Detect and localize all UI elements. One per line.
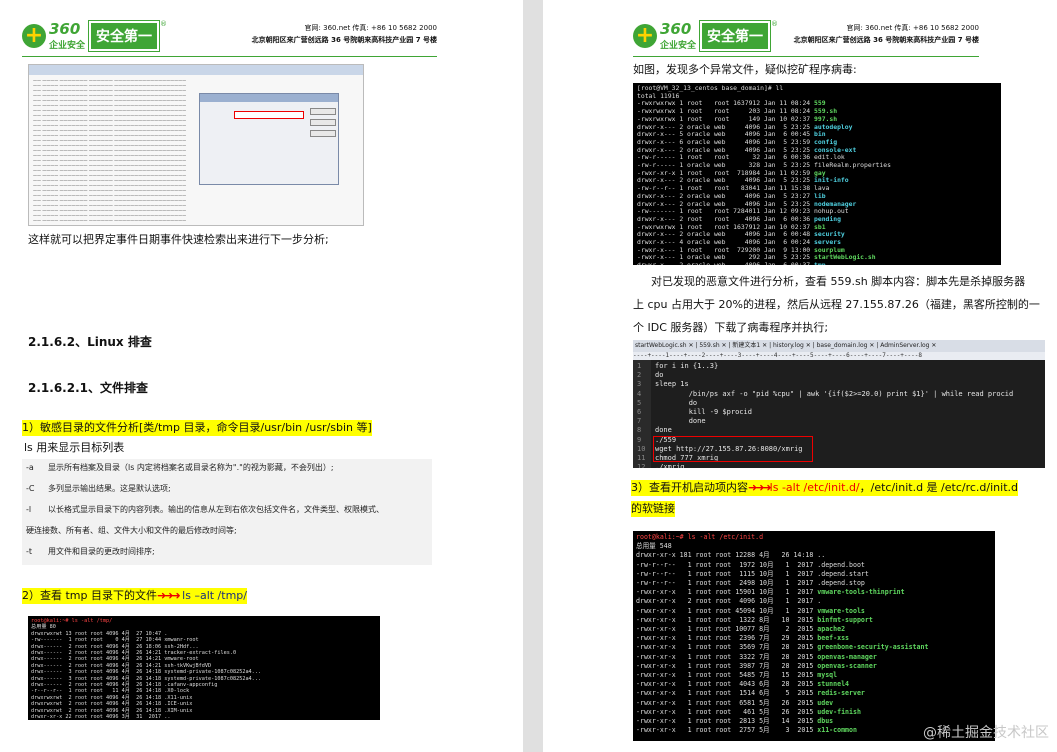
para-line-2: 上 cpu 占用大于 20%的进程，然后从远程 27.155.87.26（福建，… — [633, 298, 1040, 311]
contact-info: 官网: 360.net 传真: +86 10 5682 2000 北京朝阳区来广… — [252, 22, 437, 46]
option-row: -a 显示所有档案及目录（ls 内定将档案名或目录名称为"."的视为影藏，不会列出… — [26, 463, 334, 472]
logo-subtitle: 企业安全 — [49, 41, 86, 51]
terminal-line: -rwxr-xr-x 1 root root 15901 10月 1 2017 … — [636, 588, 905, 597]
terminal-line: -rwxr-xr-x 1 root root 6581 5月 26 2015 u… — [636, 698, 834, 707]
document-page-left: + 360 企业安全 安全第一 ® 官网: 360.net 传真: +86 10 … — [0, 0, 523, 752]
terminal-line: -rw-r--r-- 1 root root 1115 10月 1 2017 .… — [636, 569, 869, 578]
terminal-line: -rw-r--r-- 1 root root 1972 10月 1 2017 .… — [636, 560, 865, 569]
terminal-line: 总用量 548 — [636, 542, 672, 551]
logo-badge: 安全第一 — [699, 19, 772, 52]
terminal-line: -rw-r--r-- 1 root root 2498 10月 1 2017 .… — [636, 579, 865, 588]
search-input-highlight — [234, 111, 304, 119]
company-logo: + 360 企业安全 安全第一 ® — [22, 19, 168, 52]
header-divider — [633, 56, 979, 57]
page-gutter — [523, 0, 543, 752]
watermark: @稀土掘金技术社区 — [923, 725, 1049, 741]
editor-ruler: ----+----1----+----2----+----3----+----4… — [633, 352, 1045, 360]
plus-logo-icon: + — [22, 23, 46, 48]
line-numbers: 1 2 3 4 5 6 7 8 9 10 11 12 — [637, 362, 646, 468]
terminal-line: -rwxr-xr-x 1 root root 3322 7月 28 2015 o… — [636, 652, 877, 661]
terminal-line: drwxr-xr-x 181 root root 12288 4月 26 14:… — [636, 551, 826, 560]
terminal-line: -rwxr-xr-x 1 root root 45094 10月 1 2017 … — [636, 606, 865, 615]
contact-line-1: 官网: 360.net 传真: +86 10 5682 2000 — [304, 24, 437, 32]
option-row: -C 多列显示输出结果。这是默认选项; — [26, 484, 171, 493]
item-3-heading: 3）查看开机启动项内容➜➜➜ls -alt /etc/init.d/，/etc/… — [631, 480, 1018, 496]
option-row: -l 以长格式显示目录下的内容列表。输出的信息从左到右依次包括文件名，文件类型、权… — [26, 505, 384, 514]
log-line: —— ———— ——————— —————— —————————————————… — [33, 218, 187, 223]
logo-number: 360 — [49, 20, 81, 38]
header-divider — [22, 56, 437, 57]
terminal-line: -rwxr-xr-x 1 root root 4043 6月 28 2015 s… — [636, 680, 850, 689]
item-3-heading-cont: 的软链接 — [631, 501, 675, 517]
search-dialog — [199, 93, 339, 185]
terminal-line: -rwxr-xr-x 1 root root 5485 7月 15 2015 m… — [636, 671, 838, 680]
script-editor: startWebLogic.sh ✕ | 559.sh ✕ | 新建文本1 ✕ … — [633, 340, 1045, 468]
intro-text: 如图，发现多个异常文件，疑似挖矿程序病毒: — [633, 63, 857, 76]
para-line-1: 对已发现的恶意文件进行分析，查看 559.sh 脚本内容：脚本先是杀掉服务器 — [651, 275, 1026, 288]
terminal-line: -rwxr-xr-x 1 root root 1322 8月 10 2015 b… — [636, 615, 873, 624]
arrow-icon: ➜➜➜ — [157, 589, 181, 602]
event-viewer-screenshot: —— ———— ——————— —————— —————————————————… — [28, 64, 364, 226]
company-logo: + 360 企业安全 安全第一 ® — [633, 19, 779, 52]
contact-line-1: 官网: 360.net 传真: +86 10 5682 2000 — [846, 24, 979, 32]
option-row: -t 用文件和目录的更改时间排序; — [26, 547, 155, 556]
plus-logo-icon: + — [633, 23, 657, 48]
terminal-line: drwxr-x--- 2 oracle web 4096 Jan 6 00:37… — [637, 261, 997, 265]
tmp-terminal: root@kali:~# ls -alt /tmp/ 总用量 80 drwxrwx… — [28, 616, 380, 720]
terminal-line: -rwxr-xr-x 1 root root 10077 8月 2 2015 a… — [636, 625, 846, 634]
ls-options-list: -a 显示所有档案及目录（ls 内定将档案名或目录名称为"."的视为影藏，不会列出… — [22, 459, 432, 565]
item-2-heading: 2）查看 tmp 目录下的文件➜➜➜ ls –alt /tmp/ — [22, 588, 247, 604]
option-row: 硬连接数、所有者、组、文件大小和文件的最后修改时间等; — [26, 526, 237, 535]
page-header: + 360 企业安全 安全第一 ® 官网: 360.net 传真: +86 10 … — [0, 16, 523, 57]
terminal-line: -rwxr-xr-x 1 root root 2396 7月 29 2015 b… — [636, 634, 850, 643]
screenshot-titlebar — [29, 65, 363, 75]
initd-terminal: root@kali:~# ls -alt /etc/init.d 总用量 548… — [633, 531, 995, 741]
terminal-line: drwxr-xr-x 22 root root 4096 3月 31 2017 … — [31, 714, 171, 720]
section-heading-files: 2.1.6.2.1、文件排查 — [28, 381, 148, 395]
terminal-line: drwxr-xr-x 2 root root 4096 10月 1 2017 . — [636, 597, 822, 606]
malware-download-highlight — [653, 436, 813, 462]
contact-line-2: 北京朝阳区来广营创远路 36 号院朝来高科技产业园 7 号楼 — [793, 36, 979, 44]
terminal-prompt: root@kali:~# ls -alt /etc/init.d — [636, 533, 764, 541]
item-1-heading: 1）敏感目录的文件分析[类/tmp 目录，命令目录/usr/bin /usr/s… — [22, 420, 372, 436]
terminal-line: -rwxr-xr-x 1 root root 1514 6月 5 2015 re… — [636, 689, 865, 698]
terminal-line: -rwxr-xr-x 1 root root 3987 7月 28 2015 o… — [636, 661, 877, 670]
document-page-right: + 360 企业安全 安全第一 ® 官网: 360.net 传真: +86 10 … — [543, 0, 1057, 752]
terminal-line: -rwxr-xr-x 1 root root 461 5月 26 2015 ud… — [636, 707, 861, 716]
logo-number: 360 — [660, 20, 692, 38]
para-line-3: 个 IDC 服务器）下载了病毒程序并执行; — [633, 321, 829, 334]
intro-text: 这样就可以把界定事件日期事件快速检索出来进行下一步分析; — [28, 233, 329, 246]
section-heading-linux: 2.1.6.2、Linux 排查 — [28, 335, 152, 349]
terminal-line: -rwxr-xr-x 1 root root 3569 7月 28 2015 g… — [636, 643, 929, 652]
ls-description: ls 用来显示目标列表 — [24, 441, 125, 454]
registered-mark: ® — [771, 20, 779, 28]
editor-tabs: startWebLogic.sh ✕ | 559.sh ✕ | 新建文本1 ✕ … — [633, 340, 1045, 352]
page-header: + 360 企业安全 安全第一 ® 官网: 360.net 传真: +86 10 … — [543, 16, 1057, 57]
contact-line-2: 北京朝阳区来广营创远路 36 号院朝来高科技产业园 7 号楼 — [251, 36, 437, 44]
logo-subtitle: 企业安全 — [660, 41, 697, 51]
registered-mark: ® — [160, 20, 168, 28]
contact-info: 官网: 360.net 传真: +86 10 5682 2000 北京朝阳区来广… — [794, 22, 979, 46]
base-domain-terminal: [root@VM_32_13_centos base_domain]# ll t… — [633, 83, 1001, 265]
logo-badge: 安全第一 — [88, 19, 161, 52]
arrow-icon: ➜➜➜ — [748, 481, 772, 494]
terminal-prompt: [root@VM_32_13_centos base_domain]# ll — [637, 84, 784, 92]
